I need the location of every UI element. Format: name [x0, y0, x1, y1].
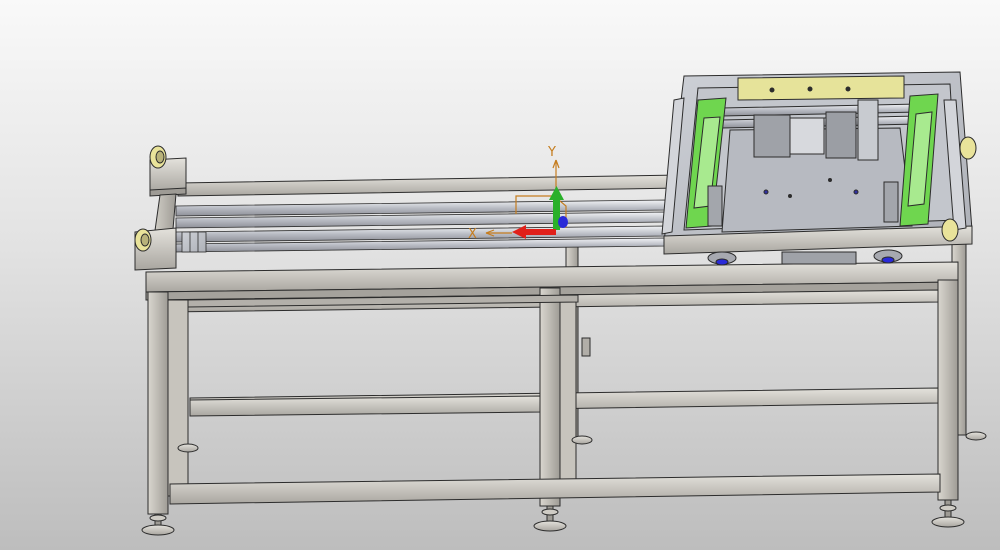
y-axis-label: Y: [547, 145, 556, 160]
front-frame: [145, 261, 959, 515]
machine-assembly[interactable]: Y X: [0, 0, 1000, 550]
coordinate-triad-icon: [485, 159, 568, 239]
linear-rails: [175, 199, 666, 253]
side-bracket: [581, 337, 591, 357]
x-axis-label: X: [468, 227, 477, 242]
cad-viewport[interactable]: Y X: [0, 0, 1000, 550]
conveyor-module: [661, 71, 977, 266]
